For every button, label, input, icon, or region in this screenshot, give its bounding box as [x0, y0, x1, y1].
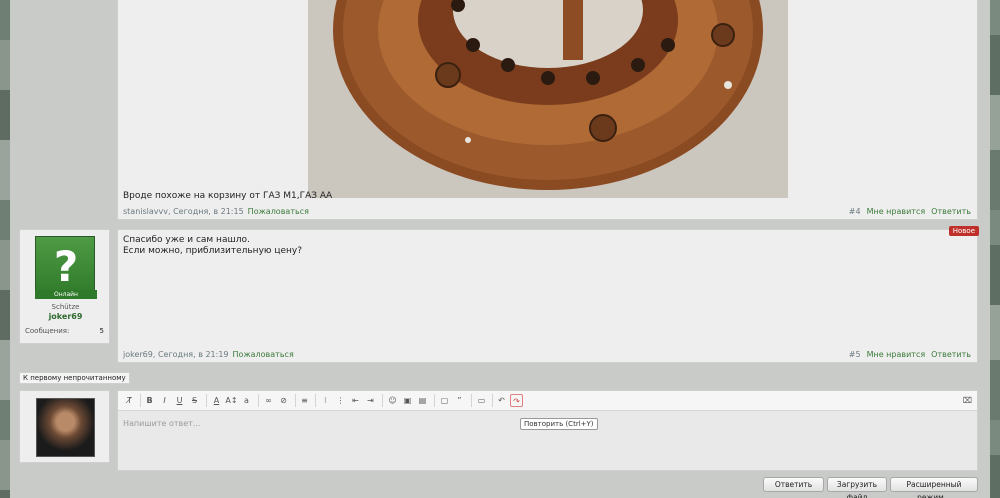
font-size-icon[interactable]: A↕: [225, 394, 238, 407]
remove-format-icon[interactable]: T̸: [123, 394, 136, 407]
post-4: Вроде похоже на корзину от ГАЗ М1,ГАЗ АА…: [117, 0, 978, 220]
align-icon[interactable]: ≡: [298, 394, 311, 407]
toolbar-divider: [492, 394, 493, 407]
reply-link[interactable]: Ответить: [931, 207, 971, 216]
svg-text:?: ?: [54, 242, 78, 291]
upload-file-button[interactable]: Загрузить файл: [827, 477, 887, 498]
indent-icon[interactable]: ⇥: [364, 394, 377, 407]
advanced-mode-button[interactable]: Расширенный режим...: [890, 477, 978, 498]
link-icon[interactable]: ∞: [262, 394, 275, 407]
redo-tooltip: Повторить (Ctrl+Y): [520, 418, 598, 430]
outdent-icon[interactable]: ⇤: [349, 394, 362, 407]
italic-icon[interactable]: I: [158, 394, 171, 407]
avatar[interactable]: ?: [35, 236, 95, 298]
post-meta: stanislavvv, Сегодня, в 21:15 Пожаловатьс…: [123, 207, 309, 216]
post-message: Спасибо уже и сам нашло. Если можно, при…: [123, 235, 302, 257]
toolbar-divider: [140, 394, 141, 407]
toolbar-divider: [471, 394, 472, 407]
post-number[interactable]: #5: [849, 350, 861, 359]
post-author-time[interactable]: stanislavvv, Сегодня, в 21:15: [123, 207, 244, 216]
reply-link[interactable]: Ответить: [931, 350, 971, 359]
post-attachment-image[interactable]: [308, 0, 788, 198]
toolbar-divider: [258, 394, 259, 407]
page-side-decoration-left: [0, 0, 10, 498]
toggle-source-icon[interactable]: ⌧: [961, 394, 974, 407]
code-icon[interactable]: ▢: [438, 394, 451, 407]
post-message: Вроде похоже на корзину от ГАЗ М1,ГАЗ АА: [123, 191, 333, 201]
post-actions: #4 Мне нравится Ответить: [849, 207, 971, 216]
image-icon[interactable]: ▣: [401, 394, 414, 407]
like-link[interactable]: Мне нравится: [867, 350, 926, 359]
reply-button[interactable]: Ответить: [763, 477, 824, 492]
undo-icon[interactable]: ↶: [495, 394, 508, 407]
redo-icon[interactable]: ↷: [510, 394, 523, 407]
question-mark-icon: ?: [54, 242, 78, 291]
reply-user-info: [19, 390, 110, 463]
online-badge: Онлайн: [35, 290, 97, 299]
toolbar-divider: [382, 394, 383, 407]
post-5: Новое Спасибо уже и сам нашло. Если можн…: [117, 226, 979, 363]
first-unread-link[interactable]: К первому непрочитанному: [19, 372, 130, 384]
message-line: Спасибо уже и сам нашло.: [123, 235, 250, 245]
save-draft-icon[interactable]: ▭: [475, 394, 488, 407]
underline-icon[interactable]: U: [173, 394, 186, 407]
post-5-user-info: ? Онлайн Schütze joker69 Сообщения: 5: [19, 229, 110, 344]
bullet-list-icon[interactable]: ⁝: [319, 394, 332, 407]
text-color-icon[interactable]: A: [210, 394, 223, 407]
toolbar-divider: [295, 394, 296, 407]
strike-icon[interactable]: S: [188, 394, 201, 407]
toolbar-divider: [206, 394, 207, 407]
font-family-icon[interactable]: a: [240, 394, 253, 407]
quote-icon[interactable]: ”: [453, 394, 466, 407]
report-link[interactable]: Пожаловаться: [248, 207, 309, 216]
editor-toolbar: T̸ B I U S A A↕ a ∞ ⊘ ≡ ⁝ ⋮ ⇤ ⇥ ☺ ▣ ▤ ▢ …: [118, 391, 977, 411]
post-number[interactable]: #4: [849, 207, 861, 216]
number-list-icon[interactable]: ⋮: [334, 394, 347, 407]
toolbar-divider: [434, 394, 435, 407]
message-line: Если можно, приблизительную цену?: [123, 246, 302, 256]
new-badge: Новое: [948, 226, 979, 236]
like-link[interactable]: Мне нравится: [867, 207, 926, 216]
toolbar-divider: [315, 394, 316, 407]
post-actions: #5 Мне нравится Ответить: [849, 350, 971, 359]
post-author-time[interactable]: joker69, Сегодня, в 21:19: [123, 350, 229, 359]
messages-count[interactable]: 5: [100, 327, 104, 335]
post-meta: joker69, Сегодня, в 21:19 Пожаловаться: [123, 350, 294, 359]
bold-icon[interactable]: B: [143, 394, 156, 407]
messages-label: Сообщения:: [25, 327, 70, 335]
user-title: Schütze: [51, 303, 80, 311]
page-side-decoration-right: [990, 0, 1000, 498]
avatar[interactable]: [36, 398, 95, 457]
clutch-basket-photo: [308, 0, 788, 198]
reply-input[interactable]: Напишите ответ...: [123, 419, 200, 428]
smilie-icon[interactable]: ☺: [386, 394, 399, 407]
username-link[interactable]: joker69: [20, 312, 111, 321]
media-icon[interactable]: ▤: [416, 394, 429, 407]
quick-reply-editor: T̸ B I U S A A↕ a ∞ ⊘ ≡ ⁝ ⋮ ⇤ ⇥ ☺ ▣ ▤ ▢ …: [117, 390, 978, 471]
unlink-icon[interactable]: ⊘: [277, 394, 290, 407]
report-link[interactable]: Пожаловаться: [233, 350, 294, 359]
